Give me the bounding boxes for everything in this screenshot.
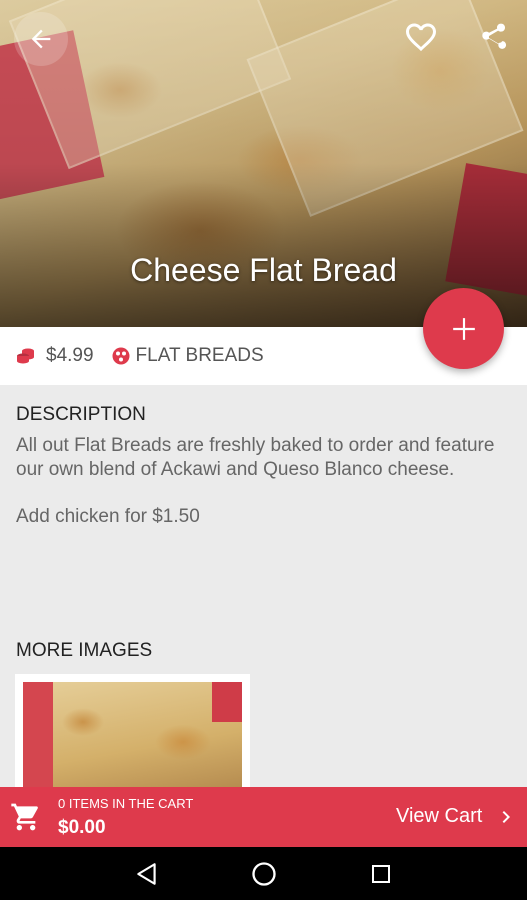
cart-icon	[11, 803, 38, 831]
thumbnail-detail	[23, 682, 53, 789]
chevron-right-icon[interactable]	[494, 804, 518, 830]
category-icon	[112, 347, 130, 365]
nav-home-icon	[252, 862, 276, 886]
cart-total: $0.00	[58, 817, 106, 838]
share-icon	[482, 23, 507, 49]
description-heading: DESCRIPTION	[16, 404, 146, 425]
description-text: All out Flat Breads are freshly baked to…	[16, 435, 495, 480]
nav-home-button[interactable]	[249, 859, 279, 889]
back-button[interactable]	[14, 12, 68, 66]
nav-back-button[interactable]	[132, 859, 162, 889]
view-cart-button[interactable]: View Cart	[396, 805, 482, 828]
thumbnail-image	[23, 682, 242, 789]
description-section: DESCRIPTION All out Flat Breads are fres…	[16, 404, 496, 528]
item-category: FLAT BREADS	[135, 345, 264, 366]
item-title: Cheese Flat Bread	[130, 252, 397, 288]
add-item-button[interactable]	[423, 288, 504, 369]
heart-icon	[406, 23, 436, 52]
nav-recents-icon	[372, 865, 390, 883]
cart-bar[interactable]: 0 ITEMS IN THE CART $0.00 View Cart	[0, 787, 527, 847]
nav-back-icon	[137, 863, 156, 885]
item-price: $4.99	[46, 345, 94, 366]
more-image-thumbnail[interactable]	[15, 674, 250, 789]
arrow-back-icon	[31, 29, 51, 49]
description-extra: Add chicken for $1.50	[16, 506, 200, 527]
nav-recents-button[interactable]	[366, 859, 396, 889]
share-button[interactable]	[470, 14, 516, 60]
more-images-heading: MORE IMAGES	[16, 640, 153, 661]
cart-item-count: 0 ITEMS IN THE CART	[58, 796, 194, 811]
system-nav-bar	[0, 847, 527, 900]
thumbnail-detail	[212, 682, 242, 722]
price-tag-icon	[17, 348, 34, 364]
favorite-button[interactable]	[398, 14, 444, 60]
plus-icon	[452, 317, 475, 340]
